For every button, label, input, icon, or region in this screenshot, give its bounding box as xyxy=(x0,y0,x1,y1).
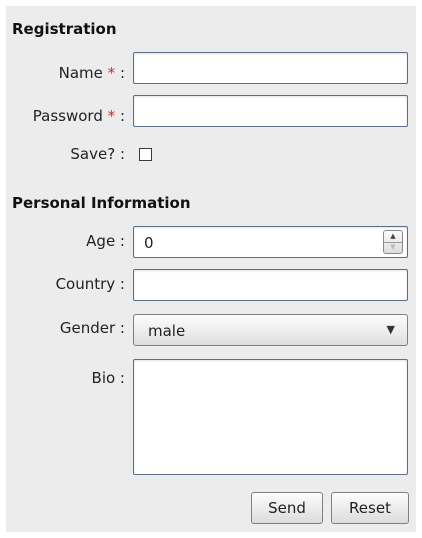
triangle-down-icon[interactable]: ▼ xyxy=(384,242,402,253)
gender-label: Gender : xyxy=(59,319,125,337)
country-label: Country : xyxy=(55,275,125,293)
registration-section-title: Registration xyxy=(12,20,117,38)
name-required-mark: * xyxy=(107,64,116,82)
name-field[interactable] xyxy=(133,52,408,84)
age-spinner-buttons: ▲ ▼ xyxy=(383,230,403,254)
password-label-text: Password xyxy=(32,107,103,125)
password-label-colon: : xyxy=(119,107,125,125)
save-checkbox[interactable] xyxy=(139,148,152,161)
name-label-colon: : xyxy=(119,64,125,82)
reset-button[interactable]: Reset xyxy=(331,492,409,524)
gender-select[interactable]: male ▼ xyxy=(133,314,408,346)
password-field[interactable] xyxy=(133,95,408,127)
age-value: 0 xyxy=(144,234,154,252)
send-button[interactable]: Send xyxy=(251,492,323,524)
country-field[interactable] xyxy=(133,269,408,301)
bio-label: Bio : xyxy=(91,369,125,387)
save-label: Save? : xyxy=(70,145,125,163)
name-label-text: Name xyxy=(58,64,103,82)
password-label: Password * : xyxy=(33,107,125,125)
form-panel: Registration Name * : Password * : Save?… xyxy=(6,6,416,532)
chevron-down-icon: ▼ xyxy=(386,323,395,336)
gender-selected-value: male xyxy=(148,322,186,340)
password-required-mark: * xyxy=(107,107,116,125)
bio-textarea[interactable] xyxy=(133,359,408,475)
age-label: Age : xyxy=(86,232,125,250)
personal-section-title: Personal Information xyxy=(12,194,191,212)
name-label: Name * : xyxy=(59,64,125,82)
age-spinner[interactable]: 0 ▲ ▼ xyxy=(133,226,408,258)
